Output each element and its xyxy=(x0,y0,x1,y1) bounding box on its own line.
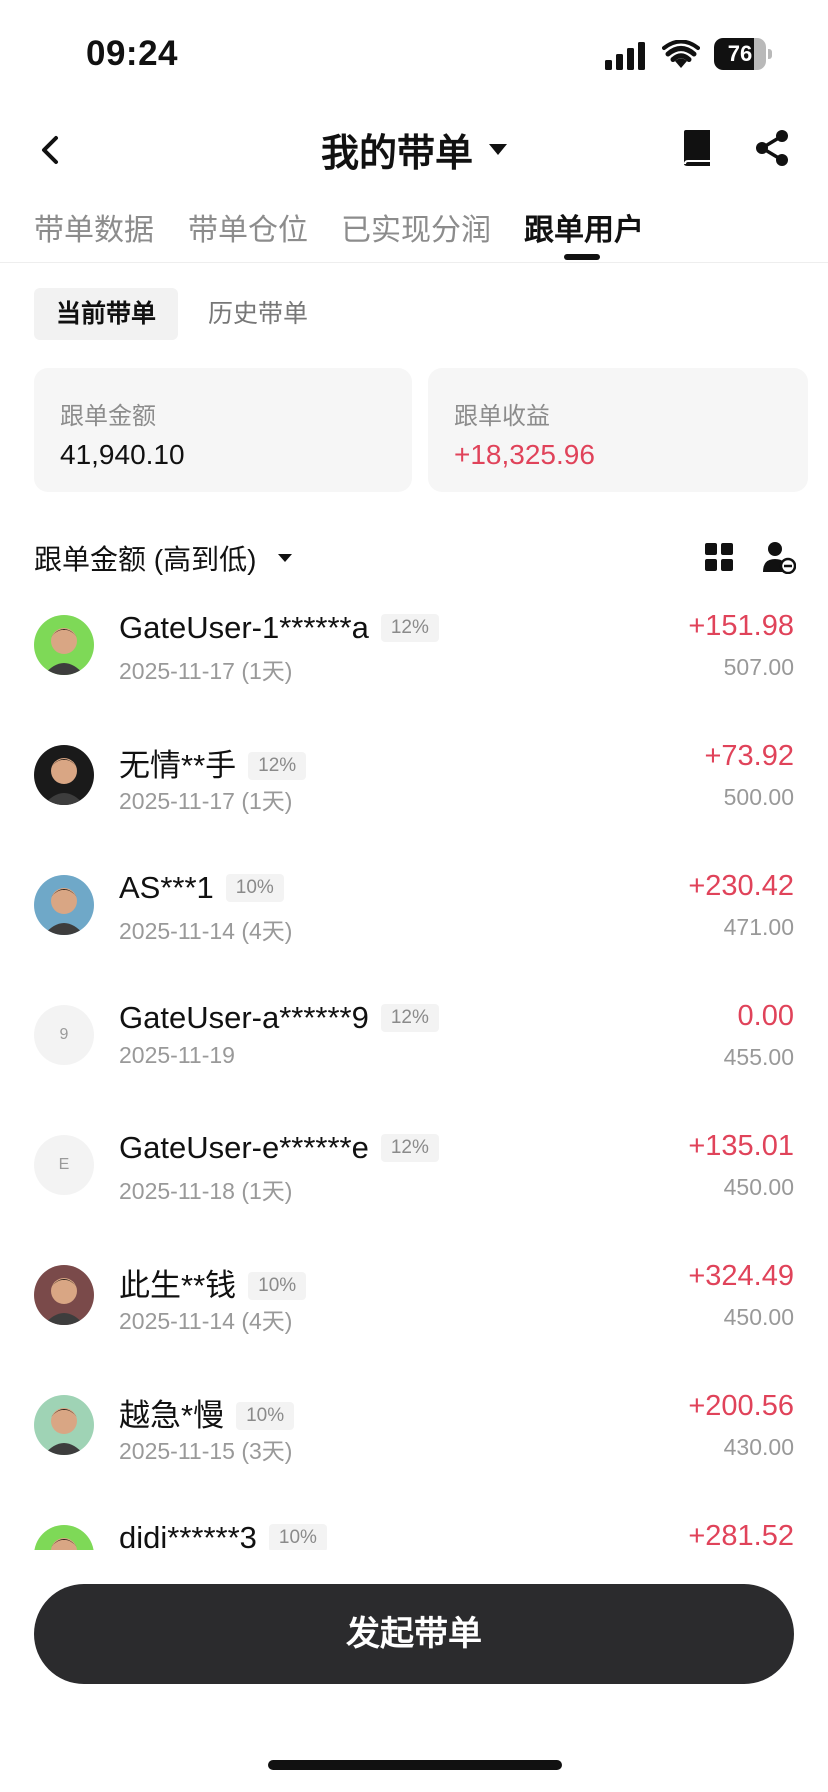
book-icon[interactable] xyxy=(680,128,714,168)
top-tabs: 带单数据 带单仓位 已实现分润 跟单用户 xyxy=(0,205,828,263)
tab-realized-profit-share[interactable]: 已实现分润 xyxy=(341,205,491,249)
list-item[interactable]: 此生**钱 10% 2025-11-14 (4天) +324.49 450.00 xyxy=(0,1250,828,1380)
summary-profit-label: 跟单收益 xyxy=(454,403,550,430)
user-name-text: 无情**手 xyxy=(119,748,237,783)
user-name-text: GateUser-e******e xyxy=(119,1130,369,1165)
user-amount: 450.00 xyxy=(723,1174,794,1200)
follow-date: 2025-11-15 (3天) xyxy=(119,1438,293,1464)
list-item[interactable]: 无情**手 12% 2025-11-17 (1天) +73.92 500.00 xyxy=(0,730,828,860)
summary-card-profit: 跟单收益 +18,325.96 xyxy=(428,368,808,492)
user-name: GateUser-e******e 12% xyxy=(119,1130,439,1166)
summary-card-amount: 跟单金额 41,940.10 xyxy=(34,368,412,492)
user-name-text: GateUser-a******9 xyxy=(119,1000,369,1035)
sort-row: 跟单金额 (高到低) xyxy=(34,536,796,580)
user-amount: 450.00 xyxy=(723,1304,794,1330)
user-profit: +135.01 xyxy=(688,1130,794,1162)
active-tab-indicator xyxy=(564,254,600,260)
remove-user-icon[interactable] xyxy=(762,540,796,574)
follow-date: 2025-11-19 xyxy=(119,1042,235,1068)
status-bar: 09:24 76 xyxy=(0,0,828,110)
list-item[interactable]: 越急*慢 10% 2025-11-15 (3天) +200.56 430.00 xyxy=(0,1380,828,1510)
user-name: 无情**手 12% xyxy=(119,740,307,785)
sort-dropdown[interactable]: 跟单金额 (高到低) xyxy=(34,538,256,578)
user-name: 越急*慢 10% xyxy=(119,1390,295,1435)
user-amount: 430.00 xyxy=(723,1434,794,1460)
copy-user-list: GateUser-1******a 12% 2025-11-17 (1天) +151.… xyxy=(0,600,828,1550)
avatar xyxy=(34,1525,94,1550)
avatar: 9 xyxy=(34,1005,94,1065)
nav-bar: 我的带单 xyxy=(0,110,828,190)
user-name: didi******3 10% xyxy=(119,1520,327,1550)
user-name: GateUser-a******9 12% xyxy=(119,1000,439,1036)
avatar xyxy=(34,1395,94,1455)
share-ratio-badge: 12% xyxy=(248,752,307,780)
user-amount: 500.00 xyxy=(723,784,794,810)
avatar xyxy=(34,1265,94,1325)
wifi-icon xyxy=(662,40,700,68)
user-name-text: GateUser-1******a xyxy=(119,610,369,645)
battery-icon: 76 xyxy=(714,38,772,70)
status-time: 09:24 xyxy=(86,34,179,73)
cellular-signal-icon xyxy=(605,42,645,70)
follow-date: 2025-11-14 (4天) xyxy=(119,918,293,944)
user-name-text: AS***1 xyxy=(119,870,214,905)
list-item[interactable]: GateUser-1******a 12% 2025-11-17 (1天) +151.… xyxy=(0,600,828,730)
user-profit: +200.56 xyxy=(688,1390,794,1422)
share-ratio-badge: 10% xyxy=(268,1524,327,1550)
summary-profit-value: +18,325.96 xyxy=(454,439,595,470)
user-profit: +73.92 xyxy=(704,740,794,772)
user-profit: +151.98 xyxy=(688,610,794,642)
home-indicator xyxy=(268,1760,562,1770)
share-ratio-badge: 12% xyxy=(380,1004,439,1032)
user-profit: +281.52 xyxy=(688,1520,794,1550)
summary-amount-value: 41,940.10 xyxy=(60,439,185,470)
share-ratio-badge: 12% xyxy=(380,614,439,642)
share-icon[interactable] xyxy=(754,128,790,168)
share-ratio-badge: 10% xyxy=(236,1402,295,1430)
user-name: 此生**钱 10% xyxy=(119,1260,307,1305)
follow-date: 2025-11-14 (4天) xyxy=(119,1308,293,1334)
user-amount: 471.00 xyxy=(723,914,794,940)
tab-copy-positions[interactable]: 带单仓位 xyxy=(188,205,308,249)
user-profit: 0.00 xyxy=(737,1000,794,1032)
tab-copy-data[interactable]: 带单数据 xyxy=(34,205,154,249)
caret-down-icon xyxy=(489,144,507,155)
list-item[interactable]: AS***1 10% 2025-11-14 (4天) +230.42 471.00 xyxy=(0,860,828,990)
user-name: GateUser-1******a 12% xyxy=(119,610,439,646)
share-ratio-badge: 10% xyxy=(225,874,284,902)
avatar: E xyxy=(34,1135,94,1195)
start-copy-trading-button[interactable]: 发起带单 xyxy=(34,1584,794,1684)
list-item[interactable]: 9 GateUser-a******9 12% 2025-11-19 0.00 455.0… xyxy=(0,990,828,1120)
follow-date: 2025-11-17 (1天) xyxy=(119,788,293,814)
page-title: 我的带单 xyxy=(320,133,473,175)
tab-copy-users[interactable]: 跟单用户 xyxy=(524,205,644,249)
subtab-current[interactable]: 当前带单 xyxy=(34,288,179,340)
share-ratio-badge: 12% xyxy=(380,1134,439,1162)
subtab-history[interactable]: 历史带单 xyxy=(186,288,330,340)
follow-date: 2025-11-17 (1天) xyxy=(119,658,293,684)
share-ratio-badge: 10% xyxy=(248,1272,307,1300)
user-name-text: 此生**钱 xyxy=(119,1268,237,1303)
user-profit: +230.42 xyxy=(688,870,794,902)
user-amount: 507.00 xyxy=(723,654,794,680)
follow-date: 2025-11-18 (1天) xyxy=(119,1178,293,1204)
avatar xyxy=(34,875,94,935)
user-name-text: 越急*慢 xyxy=(119,1398,225,1433)
user-amount: 455.00 xyxy=(723,1044,794,1070)
avatar xyxy=(34,745,94,805)
user-name: AS***1 10% xyxy=(119,870,284,906)
user-name-text: didi******3 xyxy=(119,1520,257,1550)
summary-amount-label: 跟单金额 xyxy=(60,403,156,430)
avatar xyxy=(34,615,94,675)
caret-down-icon[interactable] xyxy=(278,554,292,562)
grid-view-icon[interactable] xyxy=(704,542,734,572)
list-item[interactable]: didi******3 10% +281.52 xyxy=(0,1510,828,1550)
list-item[interactable]: E GateUser-e******e 12% 2025-11-18 (1天) +135… xyxy=(0,1120,828,1250)
user-profit: +324.49 xyxy=(688,1260,794,1292)
